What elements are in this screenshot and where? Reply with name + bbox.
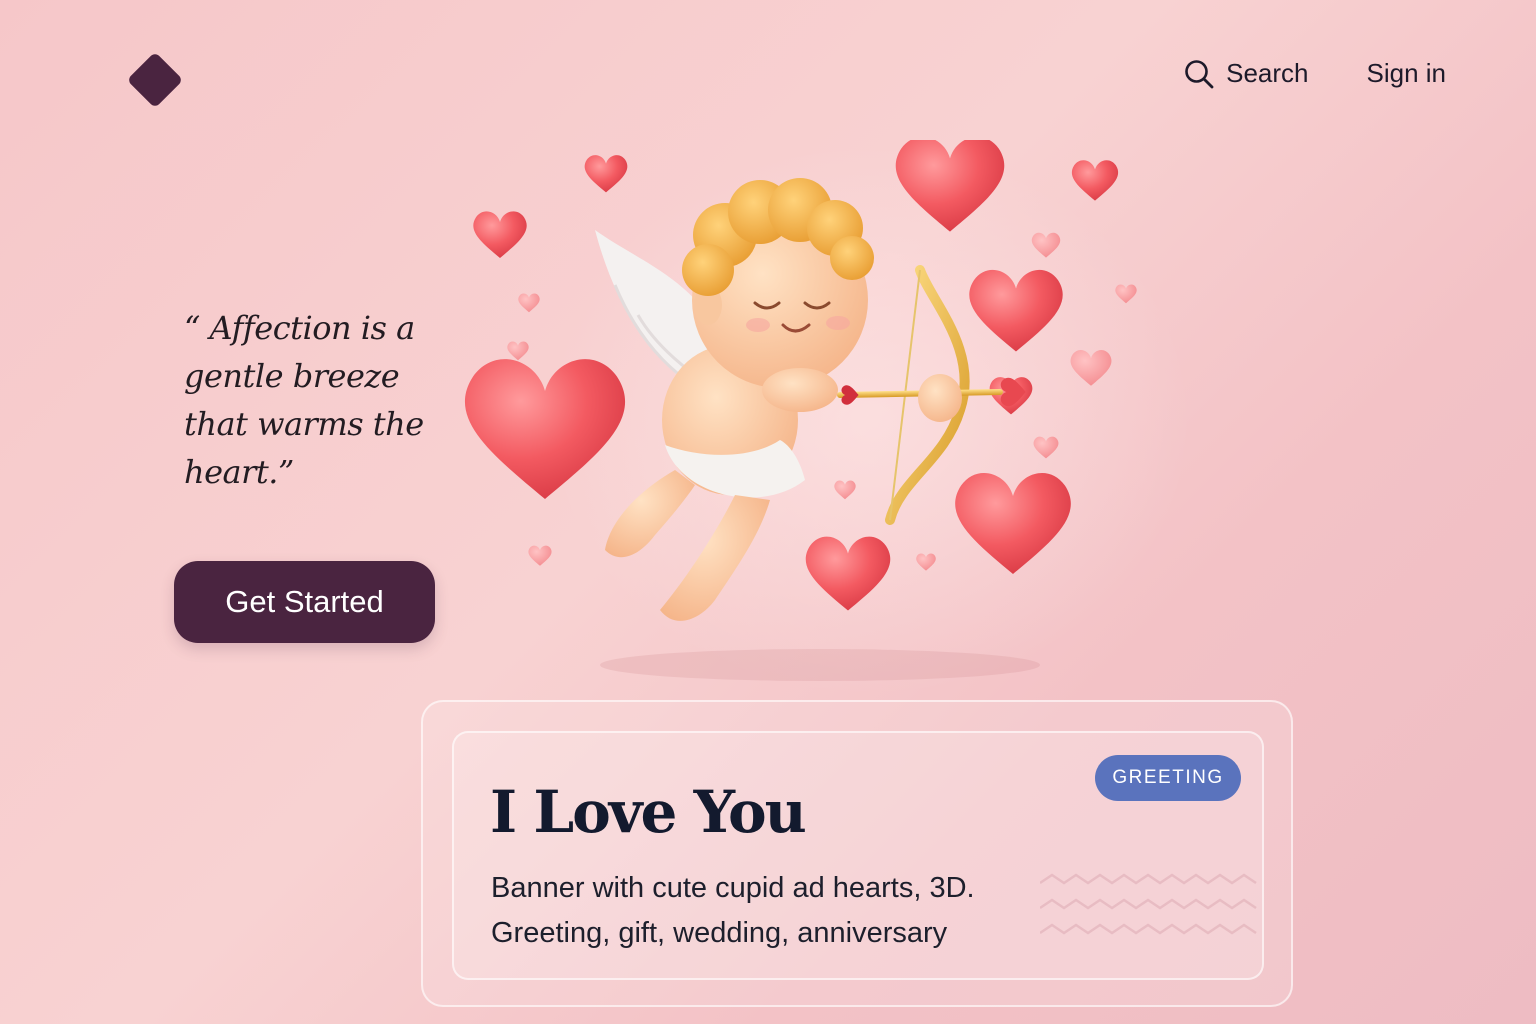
wave-pattern-decoration	[1040, 873, 1257, 935]
logo[interactable]	[126, 51, 184, 109]
card-description-line-1: Banner with cute cupid ad hearts, 3D.	[491, 872, 975, 904]
top-nav: Search Sign in	[1184, 58, 1446, 89]
search-button[interactable]: Search	[1184, 58, 1309, 89]
card-description-line-2: Greeting, gift, wedding, anniversary	[491, 917, 948, 949]
cupid-illustration	[460, 140, 1160, 700]
search-icon	[1185, 59, 1214, 88]
search-label: Search	[1226, 58, 1309, 88]
card-title: I Love You	[490, 778, 807, 846]
heart-tiny-8	[834, 480, 856, 500]
diamond-logo-icon	[126, 51, 184, 109]
leg-left	[605, 470, 695, 558]
heart-small-2	[584, 155, 628, 193]
arm-left	[762, 368, 838, 412]
heart-tiny-4	[1115, 284, 1137, 304]
heart-tiny-3	[1033, 436, 1059, 459]
heart-tiny-2	[1070, 350, 1112, 386]
heart-right-2	[955, 472, 1071, 574]
heart-large-left	[464, 359, 626, 499]
heart-tiny-7	[528, 545, 552, 566]
heart-small-1	[473, 211, 527, 258]
cupid-svg	[464, 140, 1137, 681]
leg-right	[660, 495, 770, 621]
heart-tiny-1	[1031, 232, 1061, 258]
sign-in-link[interactable]: Sign in	[1367, 58, 1447, 89]
card-description: Banner with cute cupid ad hearts, 3D. Gr…	[491, 866, 1051, 956]
hero-quote: “ Affection is a gentle breeze that warm…	[184, 309, 424, 491]
heart-bottom	[805, 536, 891, 611]
heart-tiny-9	[916, 553, 936, 571]
floor-shadow	[600, 649, 1040, 681]
heart-top	[895, 140, 1005, 232]
arm-right	[918, 374, 962, 422]
heart-tiny-5	[518, 293, 540, 313]
greeting-badge[interactable]: GREETING	[1095, 755, 1241, 801]
heart-right-1	[969, 269, 1063, 352]
get-started-button[interactable]: Get Started	[174, 561, 435, 643]
heart-small-3	[1071, 160, 1119, 201]
heart-tiny-6	[507, 341, 529, 361]
